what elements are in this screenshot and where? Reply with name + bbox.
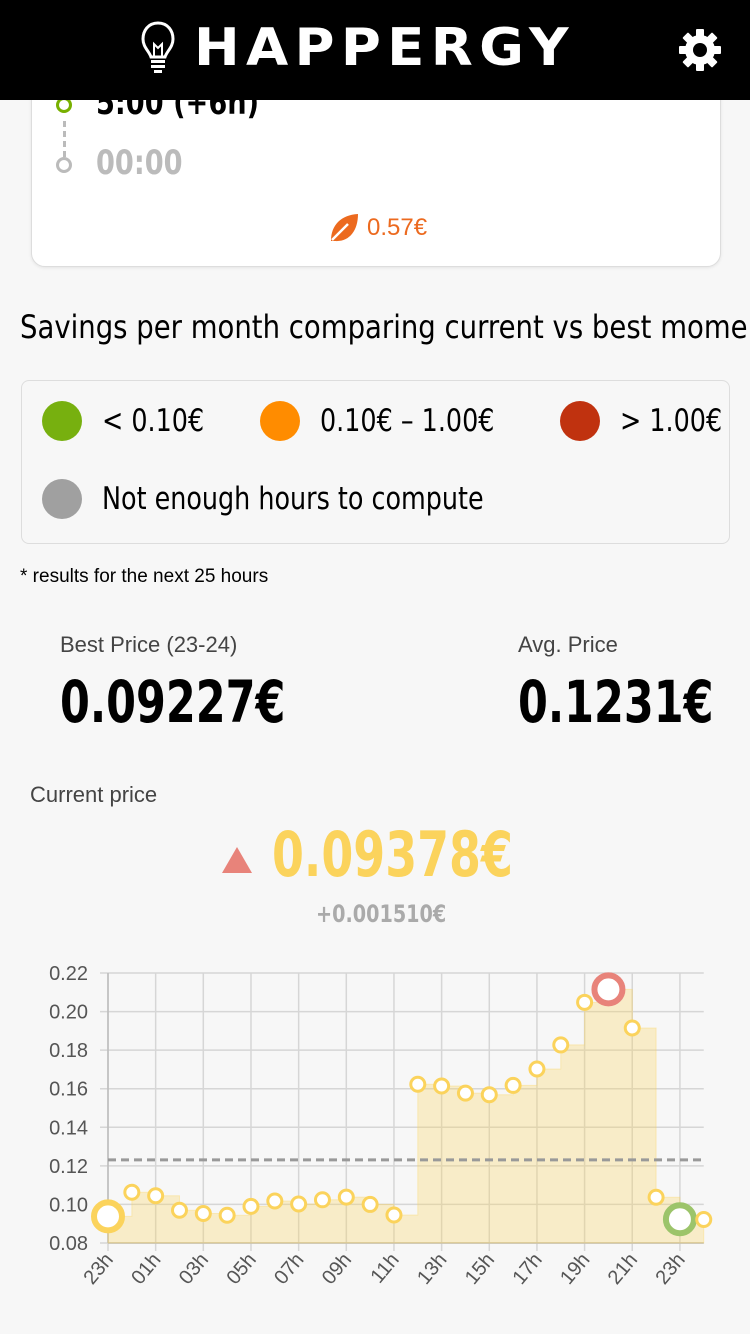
y-tick-label: 0.16 — [49, 1079, 88, 1101]
avg-price-label: Avg. Price — [518, 632, 618, 657]
x-tick-label: 19h — [556, 1249, 594, 1289]
legend-item-low: < 0.10€ — [42, 401, 227, 441]
orange-dot-icon — [260, 401, 300, 441]
data-point — [242, 1197, 260, 1215]
data-point — [623, 1019, 641, 1037]
x-tick-label: 15h — [461, 1249, 499, 1289]
data-point — [385, 1206, 403, 1224]
legend-label: Not enough hours to compute — [102, 481, 484, 517]
x-tick-label: 11h — [366, 1249, 403, 1288]
best-price-value: 0.09227€ — [60, 668, 286, 736]
end-time: 00:00 — [96, 143, 183, 183]
lightbulb-icon — [141, 21, 175, 73]
data-point — [170, 1201, 188, 1219]
data-point — [647, 1188, 665, 1206]
x-tick-label: 21h — [604, 1249, 642, 1289]
x-tick-label: 17h — [508, 1249, 546, 1289]
legend-label: > 1.00€ — [620, 403, 723, 439]
leaf-icon — [331, 214, 358, 242]
data-point — [147, 1187, 165, 1205]
data-point — [337, 1188, 355, 1206]
data-point — [504, 1076, 522, 1094]
data-point — [480, 1086, 498, 1104]
data-point — [409, 1075, 427, 1093]
app-header: HAPPERGY — [0, 0, 750, 100]
price-chart[interactable]: 0.220.200.180.160.140.120.100.0823h 01h 03… — [0, 950, 750, 1334]
gear-icon[interactable] — [678, 28, 722, 72]
arrow-up-icon — [222, 847, 252, 873]
y-tick-label: 0.22 — [49, 963, 88, 985]
current-price-delta: +0.001510€ — [316, 900, 447, 928]
x-tick-label: 13h — [413, 1249, 451, 1289]
x-tick-label: 23h — [80, 1249, 118, 1289]
data-point — [576, 993, 594, 1011]
data-point — [552, 1036, 570, 1054]
y-tick-label: 0.10 — [49, 1194, 88, 1216]
y-tick-label: 0.20 — [49, 1002, 88, 1024]
data-point — [290, 1195, 308, 1213]
savings-title: Savings per month comparing current vs b… — [20, 308, 750, 346]
app-logo: HAPPERGY — [140, 18, 569, 78]
x-tick-label: 23h — [651, 1249, 689, 1289]
data-point — [266, 1192, 284, 1210]
legend-item-medium: 0.10€ – 1.00€ — [260, 401, 533, 441]
results-note: * results for the next 25 hours — [20, 566, 269, 587]
app-title: HAPPERGY — [194, 18, 575, 78]
current-price-value: 0.09378€ — [272, 818, 513, 891]
y-tick-label: 0.14 — [49, 1117, 88, 1139]
green-dot-icon — [42, 401, 82, 441]
x-tick-label: 03h — [175, 1249, 213, 1289]
current-point — [91, 1199, 125, 1234]
data-point — [433, 1077, 451, 1095]
x-tick-label: 01h — [127, 1249, 165, 1289]
red-dot-icon — [560, 401, 600, 441]
legend-label: 0.10€ – 1.00€ — [320, 403, 495, 439]
legend-item-insufficient: Not enough hours to compute — [42, 479, 567, 519]
end-marker — [56, 157, 72, 173]
min-point — [662, 1202, 697, 1237]
data-point — [218, 1206, 236, 1224]
y-tick-label: 0.12 — [49, 1156, 88, 1178]
savings-legend: < 0.10€ 0.10€ – 1.00€ > 1.00€ Not enough… — [21, 380, 730, 544]
max-point — [591, 972, 626, 1007]
data-point — [123, 1183, 141, 1201]
x-tick-label: 07h — [270, 1249, 308, 1289]
legend-item-high: > 1.00€ — [560, 401, 745, 441]
data-point — [194, 1204, 212, 1222]
timeline-connector — [63, 121, 66, 157]
current-price-label: Current price — [30, 782, 158, 807]
x-tick-label: 09h — [318, 1249, 356, 1289]
saving-value: 0.57€ — [367, 214, 428, 241]
data-point — [528, 1060, 546, 1078]
y-tick-label: 0.08 — [49, 1233, 88, 1255]
data-point — [361, 1195, 379, 1213]
x-tick-label: 05h — [223, 1249, 261, 1289]
saving-amount: 0.57€ — [327, 211, 427, 245]
avg-price-value: 0.1231€ — [518, 668, 714, 736]
data-point — [695, 1210, 713, 1228]
y-tick-label: 0.18 — [49, 1040, 88, 1062]
legend-label: < 0.10€ — [102, 403, 205, 439]
data-point — [456, 1084, 474, 1102]
best-price-label: Best Price (23-24) — [60, 632, 238, 657]
grey-dot-icon — [42, 479, 82, 519]
data-point — [313, 1191, 331, 1209]
